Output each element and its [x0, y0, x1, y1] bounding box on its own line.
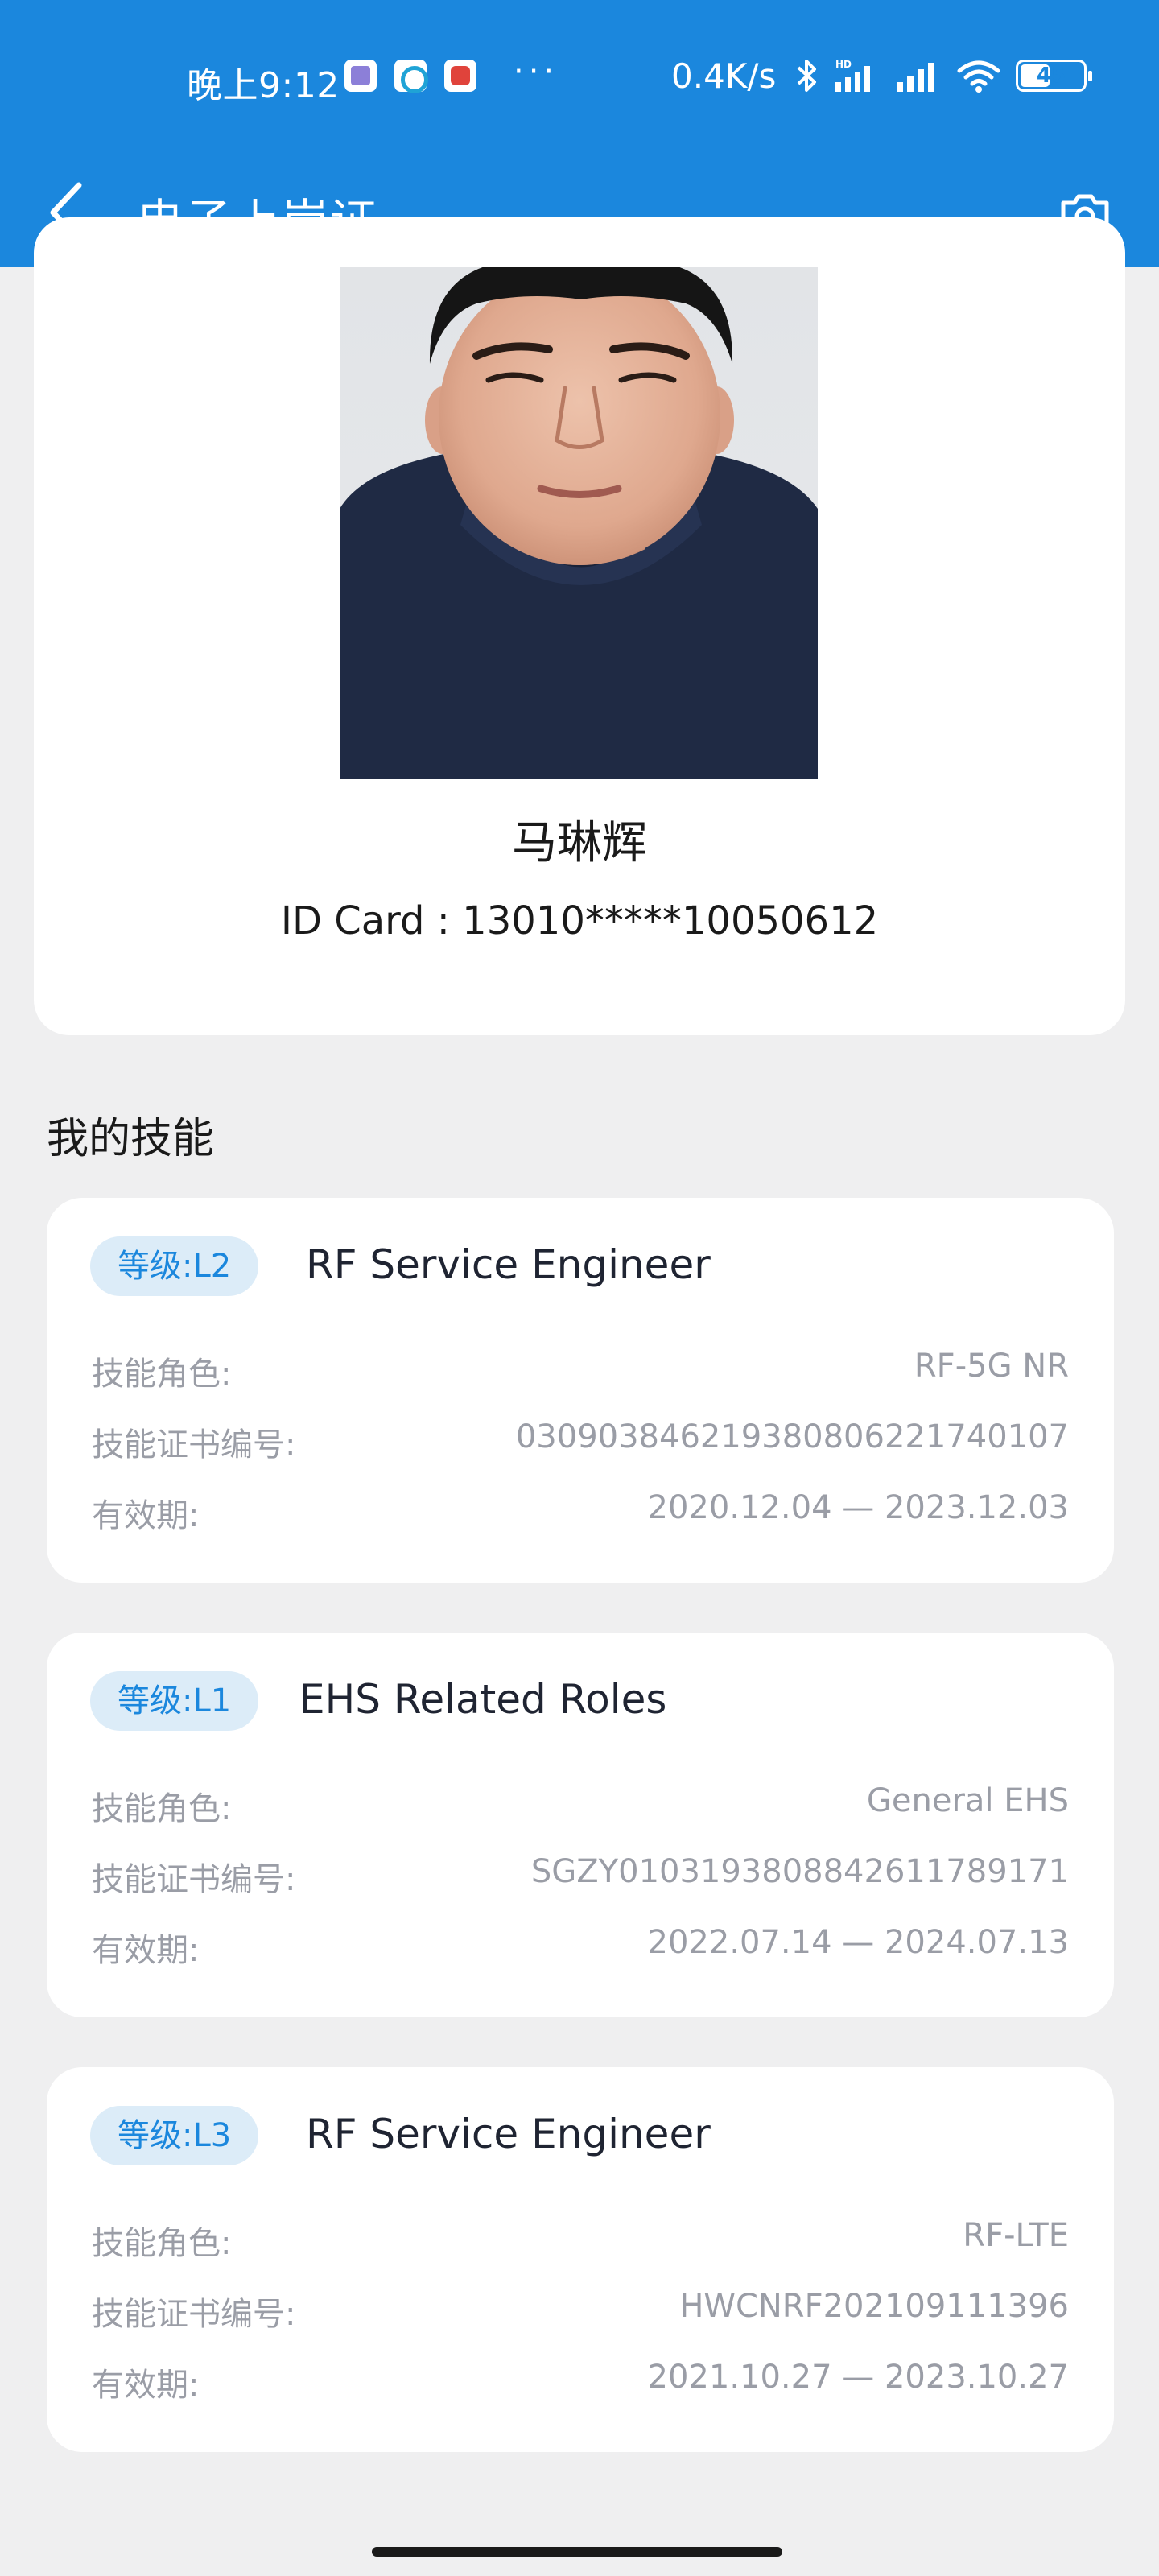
skill-name: RF Service Engineer	[306, 2111, 711, 2157]
system-icons: HD 45	[795, 58, 1092, 93]
skill-role-label: 技能角色:	[92, 1790, 232, 1827]
app-icon	[444, 60, 476, 92]
network-speed: 0.4K/s	[671, 56, 777, 96]
home-indicator[interactable]	[372, 2547, 782, 2557]
app-icon	[394, 60, 428, 93]
signal-icon	[897, 63, 934, 92]
skill-card[interactable]: 等级:L1 EHS Related Roles 技能角色: General EH…	[47, 1633, 1114, 2017]
skill-name: RF Service Engineer	[306, 1241, 711, 1288]
skill-card[interactable]: 等级:L3 RF Service Engineer 技能角色: RF-LTE 技…	[47, 2067, 1114, 2452]
level-badge: 等级:L1	[90, 1671, 259, 1731]
skill-role-value: General EHS	[866, 1782, 1069, 1819]
certificate-number-value: HWCNRF202109111396	[679, 2288, 1069, 2325]
skill-role-value: RF-5G NR	[914, 1348, 1069, 1385]
certificate-number-value: 030903846219380806221740107	[515, 1418, 1069, 1455]
validity-value: 2022.07.14 — 2024.07.13	[647, 1924, 1069, 1961]
skill-role-label: 技能角色:	[92, 2225, 232, 2262]
validity-value: 2020.12.04 — 2023.12.03	[647, 1489, 1069, 1526]
validity-value: 2021.10.27 — 2023.10.27	[647, 2359, 1069, 2396]
validity-label: 有效期:	[92, 2367, 200, 2404]
status-time: 晚上9:12	[187, 65, 340, 106]
status-bar: 晚上9:12 ··· 0.4K/s HD 45	[0, 0, 1159, 158]
app-icon	[344, 60, 377, 92]
validity-label: 有效期:	[92, 1932, 200, 1969]
section-title-skills: 我的技能	[47, 1115, 215, 1163]
notification-icons	[344, 60, 476, 93]
battery-level: 45	[1036, 64, 1066, 88]
id-card-number: ID Card : 13010*****10050612	[280, 898, 879, 943]
person-name: 马琳辉	[512, 817, 647, 869]
skill-role-value: RF-LTE	[963, 2217, 1069, 2254]
level-badge: 等级:L2	[90, 1236, 259, 1296]
certificate-number-label: 技能证书编号:	[92, 1426, 296, 1463]
certificate-number-label: 技能证书编号:	[92, 1861, 296, 1898]
bluetooth-icon	[797, 60, 816, 92]
level-badge: 等级:L3	[90, 2106, 259, 2165]
profile-photo	[340, 267, 818, 779]
validity-label: 有效期:	[92, 1497, 200, 1534]
more-notifications-indicator: ···	[514, 53, 559, 90]
skill-card[interactable]: 等级:L2 RF Service Engineer 技能角色: RF-5G NR…	[47, 1198, 1114, 1583]
certificate-number-label: 技能证书编号:	[92, 2296, 296, 2333]
wifi-icon	[957, 60, 1000, 93]
svg-text:HD: HD	[835, 59, 852, 70]
portrait-image	[340, 267, 818, 779]
battery-icon: 45	[1016, 60, 1092, 92]
skill-name: EHS Related Roles	[299, 1676, 667, 1723]
certificate-number-value: SGZY0103193808842611789171	[530, 1853, 1069, 1890]
skill-role-label: 技能角色:	[92, 1356, 232, 1393]
hd-signal-icon: HD	[835, 59, 870, 92]
